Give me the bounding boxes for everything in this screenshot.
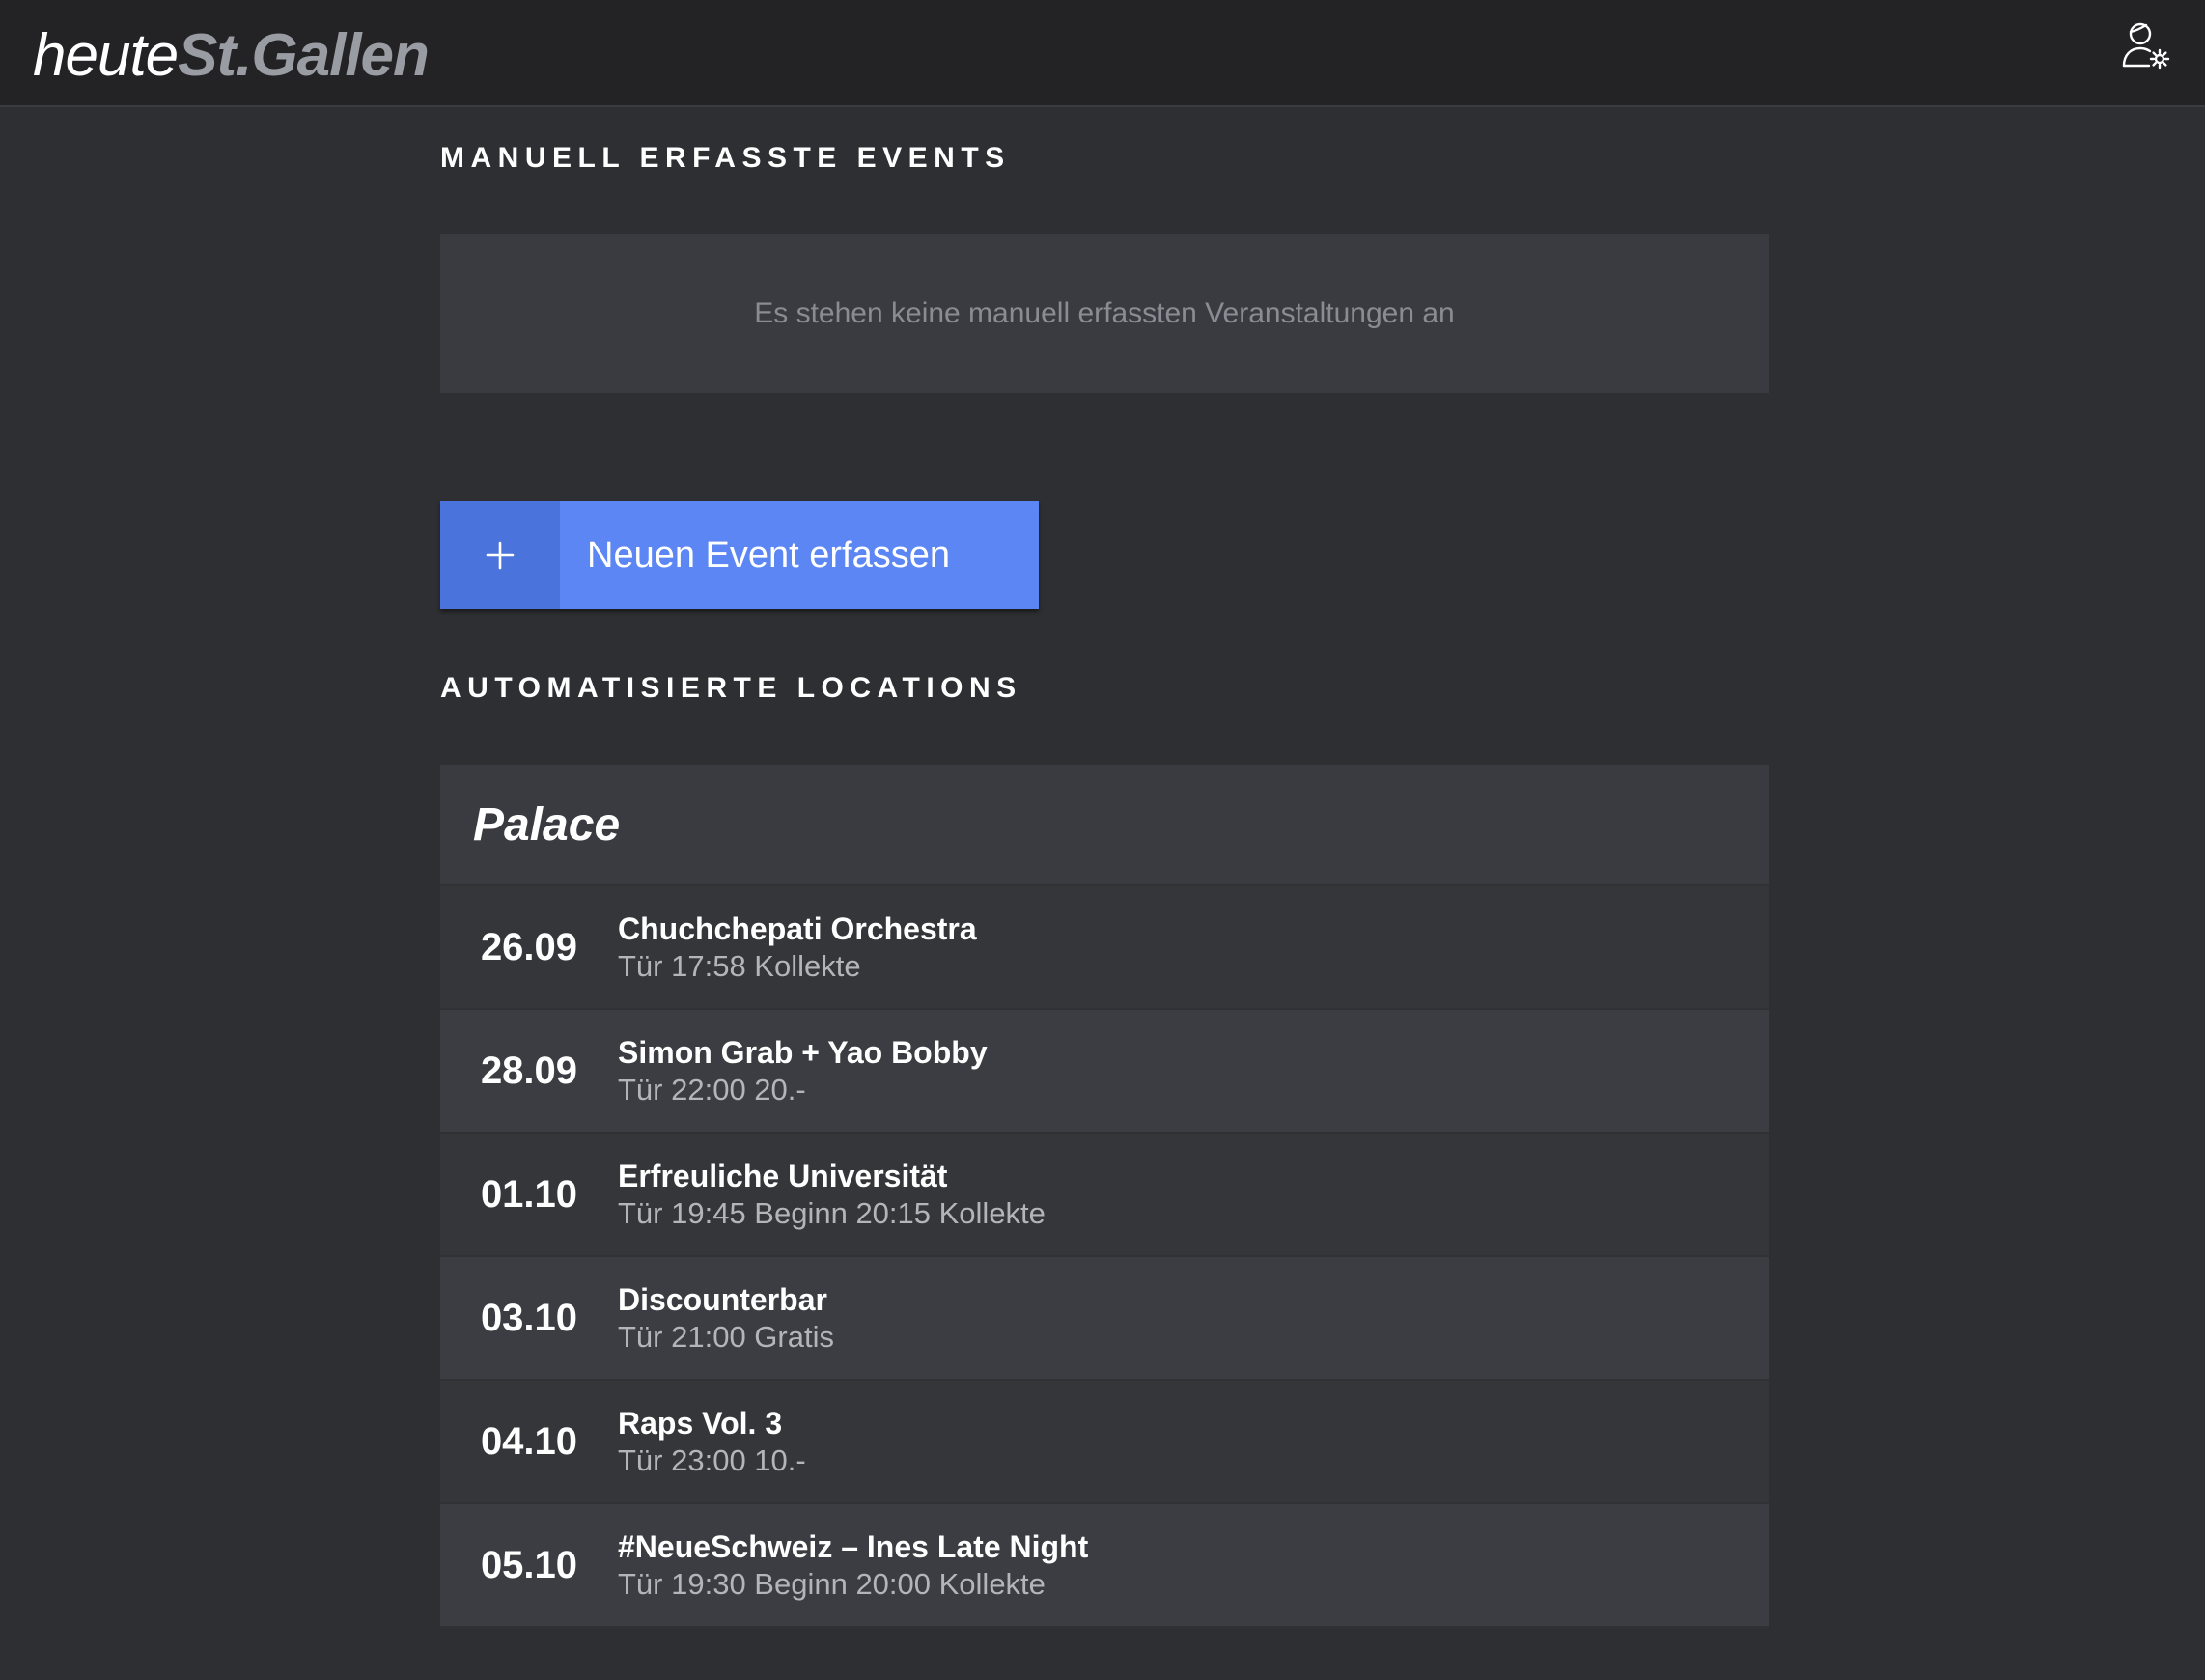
event-details: Tür 23:00 10.- xyxy=(618,1443,806,1477)
automated-locations-heading: AUTOMATISIERTE LOCATIONS xyxy=(440,672,1022,704)
event-title: #NeueSchweiz – Ines Late Night xyxy=(618,1529,1089,1564)
new-event-button-label: Neuen Event erfassen xyxy=(587,534,951,575)
location-name: Palace xyxy=(440,765,1769,886)
event-info: Erfreuliche Universität Tür 19:45 Beginn … xyxy=(618,1157,1046,1232)
event-details: Tür 19:45 Beginn 20:15 Kollekte xyxy=(618,1196,1046,1230)
new-event-button[interactable]: Neuen Event erfassen xyxy=(440,501,1039,609)
app-logo[interactable]: heuteSt.Gallen xyxy=(33,21,430,91)
event-title: Chuchchepati Orchestra xyxy=(618,911,977,946)
event-info: Chuchchepati Orchestra Tür 17:58 Kollekte xyxy=(618,910,977,985)
event-details: Tür 17:58 Kollekte xyxy=(618,949,861,983)
event-row[interactable]: 01.10 Erfreuliche Universität Tür 19:45 Be… xyxy=(440,1134,1769,1257)
event-title: Discounterbar xyxy=(618,1282,827,1317)
logo-text-city: St.Gallen xyxy=(178,22,430,89)
event-date: 01.10 xyxy=(480,1172,578,1216)
event-date: 05.10 xyxy=(480,1543,578,1586)
event-date: 26.09 xyxy=(480,925,578,968)
top-bar: heuteSt.Gallen xyxy=(0,0,2205,107)
event-info: #NeueSchweiz – Ines Late Night Tür 19:30 … xyxy=(618,1527,1088,1603)
logo-text-heute: heute xyxy=(33,22,179,89)
event-title: Erfreuliche Universität xyxy=(618,1159,948,1193)
location-card-palace: Palace 26.09 Chuchchepati Orchestra Tür 17… xyxy=(440,765,1769,1628)
event-info: Discounterbar Tür 21:00 Gratis xyxy=(618,1280,834,1356)
event-list: 26.09 Chuchchepati Orchestra Tür 17:58 Kol… xyxy=(440,886,1769,1628)
event-title: Simon Grab + Yao Bobby xyxy=(618,1035,988,1070)
event-details: Tür 21:00 Gratis xyxy=(618,1320,834,1354)
event-row[interactable]: 28.09 Simon Grab + Yao Bobby Tür 22:00 20.… xyxy=(440,1010,1769,1134)
manual-events-empty-state: Es stehen keine manuell erfassten Verans… xyxy=(440,234,1769,393)
event-row[interactable]: 05.10 #NeueSchweiz – Ines Late Night Tür 1… xyxy=(440,1504,1769,1628)
event-title: Raps Vol. 3 xyxy=(618,1406,783,1441)
event-date: 03.10 xyxy=(480,1296,578,1339)
user-settings-icon[interactable] xyxy=(2120,19,2174,73)
event-row[interactable]: 04.10 Raps Vol. 3 Tür 23:00 10.- xyxy=(440,1381,1769,1504)
event-info: Raps Vol. 3 Tür 23:00 10.- xyxy=(618,1404,806,1479)
event-row[interactable]: 03.10 Discounterbar Tür 21:00 Gratis xyxy=(440,1257,1769,1381)
event-row[interactable]: 26.09 Chuchchepati Orchestra Tür 17:58 Kol… xyxy=(440,886,1769,1010)
event-date: 28.09 xyxy=(480,1049,578,1092)
plus-icon xyxy=(440,501,560,609)
event-info: Simon Grab + Yao Bobby Tür 22:00 20.- xyxy=(618,1033,988,1108)
event-details: Tür 19:30 Beginn 20:00 Kollekte xyxy=(618,1567,1046,1601)
event-date: 04.10 xyxy=(480,1419,578,1463)
manual-events-heading: MANUELL ERFASSTE EVENTS xyxy=(440,142,1011,174)
event-details: Tür 22:00 20.- xyxy=(618,1073,806,1106)
empty-state-message: Es stehen keine manuell erfassten Verans… xyxy=(754,296,1455,329)
